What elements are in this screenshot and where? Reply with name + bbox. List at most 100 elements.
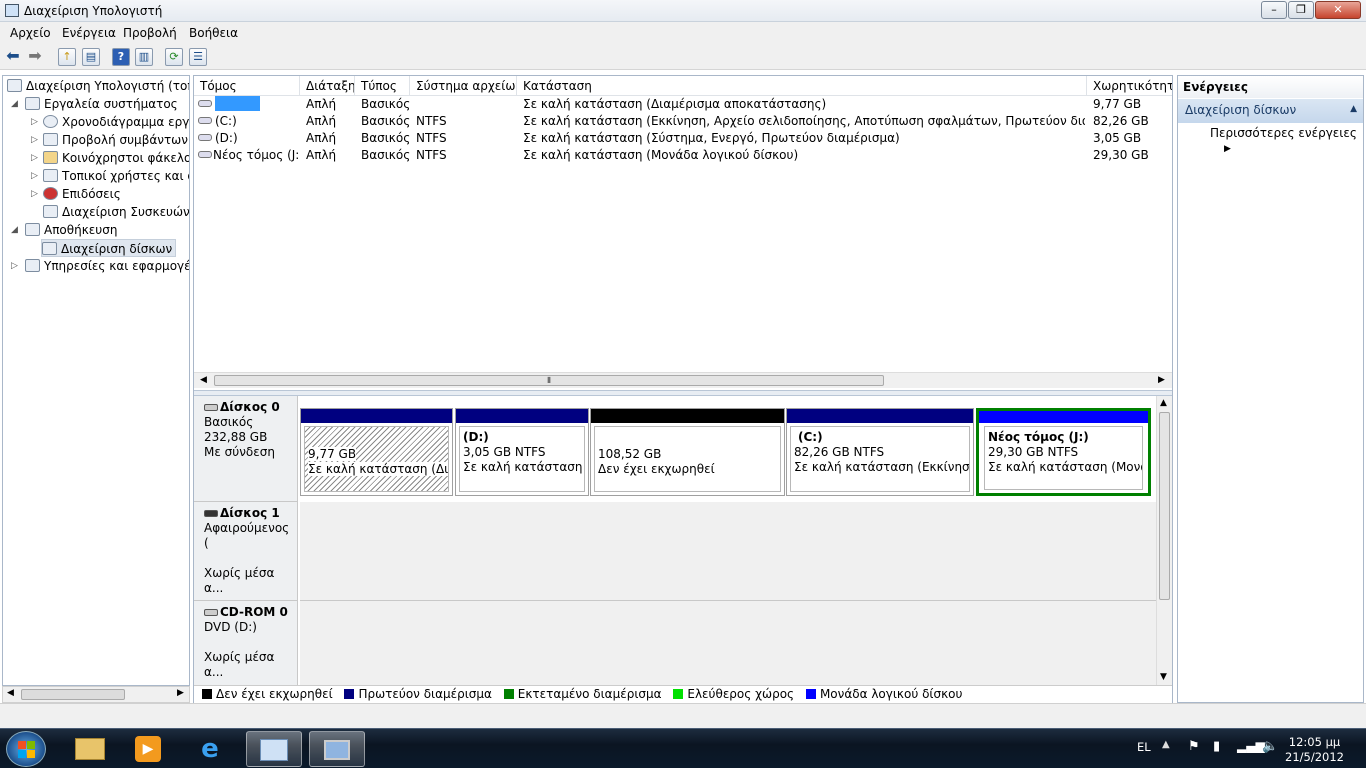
scrollbar-thumb[interactable]: ⦀ (214, 375, 884, 386)
volume-status: Σε καλή κατάσταση (Εκκίνηση, Αρχείο σελι… (523, 114, 1085, 128)
tree-item-storage[interactable]: Αποθήκευση (25, 221, 117, 239)
menu-help[interactable]: Βοήθεια (189, 26, 238, 40)
tree-item-performance[interactable]: Επιδόσεις (43, 185, 121, 203)
power-icon[interactable]: ▮ (1213, 739, 1220, 754)
scrollbar-thumb[interactable] (21, 689, 125, 700)
tree-item-task-scheduler[interactable]: Χρονοδιάγραμμα εργασ (43, 113, 189, 131)
scroll-up-icon[interactable]: ▲ (1160, 398, 1167, 408)
up-folder-icon[interactable]: ↑ (58, 48, 76, 66)
expand-arrow-icon[interactable]: ▷ (31, 149, 38, 167)
volume-name-selection (215, 96, 260, 111)
menu-action[interactable]: Ενέργεια (62, 26, 116, 40)
legend-swatch (805, 689, 816, 699)
tree-item-shared-folders[interactable]: Κοινόχρηστοι φάκελοι (43, 149, 189, 167)
language-indicator[interactable]: EL (1137, 740, 1151, 754)
volume-speaker-icon[interactable]: 🔈 (1262, 739, 1278, 754)
menu-file[interactable]: Αρχείο (10, 26, 51, 40)
expand-arrow-icon[interactable]: ▷ (31, 113, 38, 131)
scrollbar-thumb[interactable] (1159, 412, 1170, 600)
partition-c[interactable]: (C:) 82,26 GB NTFS Σε καλή κατάσταση (Εκκί… (786, 408, 974, 496)
column-header-capacity[interactable]: Χωρητικότητα (1087, 76, 1172, 96)
cdrom-0-label[interactable]: CD-ROM 0 DVD (D:) Χωρίς μέσα α... (194, 601, 298, 686)
actions-section-disk-management[interactable]: Διαχείριση δίσκων ▲ (1178, 99, 1363, 123)
volume-row[interactable]: Απλή Βασικός Σε καλή κατάσταση (Διαμέρισ… (194, 96, 1172, 113)
tree-item-label: Διαχείριση Υπολογιστή (τοπικ (26, 79, 190, 93)
action-center-flag-icon[interactable]: ⚑ (1188, 739, 1200, 754)
expand-arrow-icon[interactable]: ▷ (31, 131, 38, 149)
volume-type: Βασικός (361, 97, 411, 111)
column-header-filesystem[interactable]: Σύστημα αρχείων (410, 76, 517, 96)
column-header-volume[interactable]: Τόμος (194, 76, 300, 96)
more-actions-label: Περισσότερες ενέργειες (1210, 126, 1357, 140)
tree-item-local-users[interactable]: Τοπικοί χρήστες και ομ (43, 167, 189, 185)
refresh-icon[interactable]: ⟳ (165, 48, 183, 66)
scroll-down-icon[interactable]: ▼ (1160, 672, 1167, 682)
partition-j-selected[interactable]: Νέος τόμος (J:) 29,30 GB NTFS Σε καλή κατά… (976, 408, 1151, 496)
minimize-button[interactable]: – (1261, 1, 1287, 19)
clock-date: 21/5/2012 (1285, 750, 1344, 764)
explorer-icon[interactable] (62, 731, 118, 767)
tree-item-system-tools[interactable]: Εργαλεία συστήματος (25, 95, 178, 113)
legend-swatch (344, 689, 355, 699)
graph-vertical-scrollbar[interactable]: ▲ ▼ (1156, 396, 1172, 686)
column-header-layout[interactable]: Διάταξη (300, 76, 355, 96)
partition-status: Σε καλή κατάσταση (Σι (463, 460, 584, 474)
column-header-type[interactable]: Τύπος (355, 76, 410, 96)
close-button[interactable]: ✕ (1315, 1, 1361, 19)
clock[interactable]: 12:05 μμ 21/5/2012 (1285, 735, 1344, 765)
expand-arrow-icon[interactable]: ▷ (31, 167, 38, 185)
control-panel-icon[interactable] (246, 731, 302, 767)
help-icon[interactable]: ? (112, 48, 130, 66)
tree-item-label: Αποθήκευση (44, 223, 118, 237)
scroll-right-icon[interactable]: ▶ (177, 688, 184, 698)
show-hide-tree-icon[interactable]: ▤ (82, 48, 100, 66)
collapse-up-icon[interactable]: ▲ (1350, 104, 1357, 114)
properties-icon[interactable]: ☰ (189, 48, 207, 66)
forward-arrow-icon[interactable]: ➡ (26, 48, 44, 66)
partition-recovery[interactable]: 9,77 GBΣε καλή κατάσταση (Διαμέ (300, 408, 453, 496)
toolbar: ⬅ ➡ ↑ ▤ ? ▥ ⟳ ☰ (0, 44, 1366, 70)
computer-management-taskbar-icon[interactable] (309, 731, 365, 767)
media-player-icon[interactable]: ▶ (120, 731, 176, 767)
volume-row[interactable]: Νέος τόμος (J:) Απλή Βασικός NTFS Σε καλ… (194, 147, 1172, 164)
menu-view[interactable]: Προβολή (123, 26, 177, 40)
start-button[interactable] (6, 731, 46, 767)
unallocated-space[interactable]: 108,52 GB Δεν έχει εκχωρηθεί (590, 408, 785, 496)
tree-item-services[interactable]: Υπηρεσίες και εφαρμογές (25, 257, 189, 275)
volume-row[interactable]: (D:) Απλή Βασικός NTFS Σε καλή κατάσταση… (194, 130, 1172, 147)
expand-arrow-icon[interactable]: ▷ (11, 257, 18, 275)
disk-0-label[interactable]: Δίσκος 0 Βασικός 232,88 GB Με σύνδεση (194, 396, 298, 502)
show-hide-action-pane-icon[interactable]: ▥ (135, 48, 153, 66)
maximize-button[interactable]: ❐ (1288, 1, 1314, 19)
cdrom-0-area[interactable] (300, 601, 1156, 686)
shared-folder-icon (43, 151, 58, 164)
disk-type: DVD (D:) (204, 620, 257, 634)
disk-1-label[interactable]: Δίσκος 1 Αφαιρούμενος ( Χωρίς μέσα α... (194, 502, 298, 601)
volume-list-horizontal-scrollbar[interactable]: ◀ ⦀ ▶ (194, 372, 1172, 388)
expand-arrow-icon[interactable]: ▷ (31, 185, 38, 203)
tree-item-device-manager[interactable]: Διαχείριση Συσκευών (43, 203, 189, 221)
back-arrow-icon[interactable]: ⬅ (4, 48, 22, 66)
collapse-arrow-icon[interactable]: ◢ (11, 95, 18, 113)
tree-item-label: Προβολή συμβάντων (62, 133, 188, 147)
computer-management-icon (5, 4, 19, 17)
volume-row[interactable]: (C:) Απλή Βασικός NTFS Σε καλή κατάσταση… (194, 113, 1172, 130)
tray-expand-icon[interactable]: ▲ (1162, 739, 1170, 750)
disk-1-area[interactable] (300, 502, 1156, 601)
tree-item-event-viewer[interactable]: Προβολή συμβάντων (43, 131, 188, 149)
scroll-left-icon[interactable]: ◀ (7, 688, 14, 698)
network-signal-icon[interactable]: ▂▄▆ (1237, 739, 1265, 753)
volume-capacity: 29,30 GB (1093, 148, 1149, 162)
volume-capacity: 3,05 GB (1093, 131, 1142, 145)
more-actions-item[interactable]: Περισσότερες ενέργειες ▶ (1210, 126, 1363, 154)
column-header-status[interactable]: Κατάσταση (517, 76, 1087, 96)
volume-name: (D:) (215, 131, 238, 145)
tree-horizontal-scrollbar[interactable]: ◀ ▶ (2, 686, 190, 703)
tree-item-disk-management[interactable]: Διαχείριση δίσκων (41, 239, 177, 257)
scroll-right-icon[interactable]: ▶ (1158, 375, 1165, 385)
tree-item-computer-management[interactable]: Διαχείριση Υπολογιστή (τοπικ (7, 77, 190, 95)
internet-explorer-icon[interactable]: e (182, 731, 238, 767)
collapse-arrow-icon[interactable]: ◢ (11, 221, 18, 239)
partition-d[interactable]: (D:)3,05 GB NTFSΣε καλή κατάσταση (Σι (455, 408, 589, 496)
scroll-left-icon[interactable]: ◀ (200, 375, 207, 385)
